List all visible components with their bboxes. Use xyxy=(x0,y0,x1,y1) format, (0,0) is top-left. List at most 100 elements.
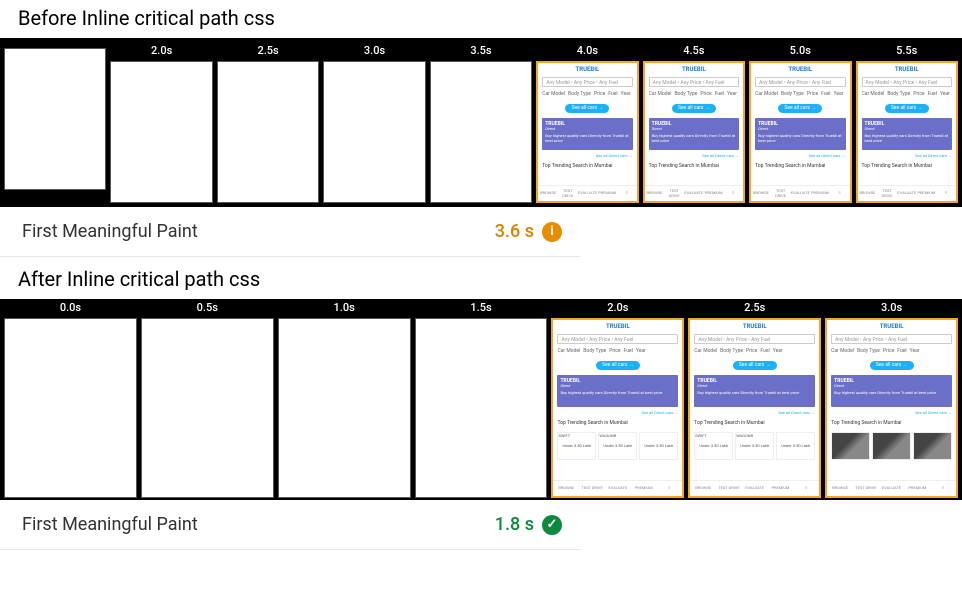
after-metric-row: First Meaningful Paint 1.8 s ✓ xyxy=(0,500,580,550)
blank-thumb xyxy=(4,318,137,498)
blank-thumb xyxy=(217,61,319,203)
trending-card: SWIFTUnder 3.50 Lakh xyxy=(694,432,733,460)
bottom-nav: BROWSETEST DRIVEEVALUATEPREMIUM≡ xyxy=(690,480,819,494)
filter-pills: Car ModelBody TypePriceFuelYear xyxy=(862,91,952,97)
direct-banner: TRUEBILDirectBuy highest quality cars Di… xyxy=(557,375,678,407)
filmstrip-frame: 1.5s xyxy=(415,301,548,498)
trending-heading: Top Trending Search in Mumbai xyxy=(862,163,932,169)
see-direct-link: See all Direct cars → xyxy=(542,153,632,158)
truebil-logo: TRUEBIL xyxy=(858,66,956,73)
blank-thumb xyxy=(110,61,212,203)
rendered-thumb: TRUEBIL Any Model • Any Price • Any Fuel C… xyxy=(688,318,821,498)
blank-thumb xyxy=(278,318,411,498)
before-section: Before Inline critical path css 2.0s 2.5s… xyxy=(0,6,962,257)
search-placeholder: Any Model • Any Price • Any Fuel xyxy=(649,77,739,87)
metric-label: First Meaningful Paint xyxy=(22,221,495,242)
search-placeholder: Any Model • Any Price • Any Fuel xyxy=(862,77,952,87)
direct-banner: TRUEBILDirectBuy highest quality cars Di… xyxy=(542,118,632,150)
bottom-nav: BROWSETEST DRIVEEVALUATEPREMIUM≡ xyxy=(645,185,743,199)
trending-card: Under 3.50 Lakh xyxy=(639,432,678,460)
bottom-nav: BROWSETEST DRIVEEVALUATEPREMIUM≡ xyxy=(827,480,956,494)
search-placeholder: Any Model • Any Price • Any Fuel xyxy=(542,77,632,87)
trending-heading: Top Trending Search in Mumbai xyxy=(831,420,901,426)
trending-cards: SWIFTUnder 3.50 LakhWAGONRUnder 3.50 Lak… xyxy=(694,432,815,460)
trending-card xyxy=(872,432,911,460)
rendered-thumb: TRUEBIL Any Model • Any Price • Any Fuel C… xyxy=(856,61,958,203)
trending-card: WAGONRUnder 3.50 Lakh xyxy=(735,432,774,460)
filter-pills: Car ModelBody TypePriceFuelYear xyxy=(557,348,678,354)
bottom-nav: BROWSETEST DRIVEEVALUATEPREMIUM≡ xyxy=(858,185,956,199)
see-direct-link: See all Direct cars → xyxy=(755,153,845,158)
see-direct-link: See all Direct cars → xyxy=(557,410,678,415)
before-filmstrip: 2.0s 2.5s 3.0s 3.5s 4.0s TRUEBIL Any Model • A… xyxy=(0,38,962,207)
see-all-cars-button: See all cars → xyxy=(565,104,609,113)
timestamp-label: 1.0s xyxy=(334,301,355,314)
timestamp-label: 0.5s xyxy=(197,301,218,314)
truebil-logo: TRUEBIL xyxy=(751,66,849,73)
filmstrip-frame: 2.0s xyxy=(110,44,212,203)
direct-banner: TRUEBILDirectBuy highest quality cars Di… xyxy=(694,375,815,407)
filmstrip-frame: 2.5s xyxy=(217,44,319,203)
filter-pills: Car ModelBody TypePriceFuelYear xyxy=(542,91,632,97)
search-placeholder: Any Model • Any Price • Any Fuel xyxy=(557,334,678,344)
after-title: After Inline critical path css xyxy=(0,267,962,299)
see-direct-link: See all Direct cars → xyxy=(649,153,739,158)
metric-value: 3.6 s xyxy=(495,221,534,242)
trending-card: SWIFTUnder 3.50 Lakh xyxy=(557,432,596,460)
timestamp-label: 4.5s xyxy=(683,44,704,57)
bottom-nav: BROWSETEST DRIVEEVALUATEPREMIUM≡ xyxy=(751,185,849,199)
blank-thumb xyxy=(430,61,532,203)
see-direct-link: See all Direct cars → xyxy=(831,410,952,415)
filter-pills: Car ModelBody TypePriceFuelYear xyxy=(694,348,815,354)
timestamp-label: 4.0s xyxy=(577,44,598,57)
timestamp-label: 5.0s xyxy=(790,44,811,57)
timestamp-label: 5.5s xyxy=(896,44,917,57)
filmstrip-frame: 3.0s xyxy=(323,44,425,203)
truebil-logo: TRUEBIL xyxy=(645,66,743,73)
metric-value: 1.8 s xyxy=(495,514,534,535)
before-title: Before Inline critical path css xyxy=(0,6,962,38)
trending-card: Under 3.50 Lakh xyxy=(776,432,815,460)
filmstrip-frame: 5.5s TRUEBIL Any Model • Any Price • Any F… xyxy=(856,44,958,203)
see-all-cars-button: See all cars → xyxy=(885,104,929,113)
direct-banner: TRUEBILDirectBuy highest quality cars Di… xyxy=(862,118,952,150)
filter-pills: Car ModelBody TypePriceFuelYear xyxy=(831,348,952,354)
blank-thumb xyxy=(141,318,274,498)
truebil-logo: TRUEBIL xyxy=(553,323,682,330)
see-all-cars-button: See all cars → xyxy=(596,361,640,370)
filmstrip-frame: 2.5sTRUEBILAny Model • Any Price • Any F… xyxy=(688,301,821,498)
see-all-cars-button: See all cars → xyxy=(733,361,777,370)
timestamp-label: 3.0s xyxy=(881,301,902,314)
filmstrip-frame: 3.5s xyxy=(430,44,532,203)
see-all-cars-button: See all cars → xyxy=(870,361,914,370)
filmstrip-frame: 0.0s xyxy=(4,301,137,498)
rendered-thumb: TRUEBILAny Model • Any Price • Any FuelC… xyxy=(749,61,851,203)
see-direct-link: See all Direct cars → xyxy=(862,153,952,158)
rendered-thumb: TRUEBIL Any Model • Any Price • Any Fuel C… xyxy=(536,61,638,203)
direct-banner: TRUEBILDirectBuy highest quality cars Di… xyxy=(649,118,739,150)
trending-heading: Top Trending Search in Mumbai xyxy=(694,420,764,426)
truebil-logo: TRUEBIL xyxy=(690,323,819,330)
timestamp-label: 2.0s xyxy=(607,301,628,314)
trending-cards: SWIFTUnder 3.50 LakhWAGONRUnder 3.50 Lak… xyxy=(557,432,678,460)
timestamp-label: 2.5s xyxy=(257,44,278,57)
timestamp-label: 1.5s xyxy=(470,301,491,314)
trending-heading: Top Trending Search in Mumbai xyxy=(649,163,719,169)
filmstrip-frame xyxy=(4,44,106,203)
info-icon[interactable]: i xyxy=(542,222,562,242)
filmstrip-frame: 0.5s xyxy=(141,301,274,498)
search-placeholder: Any Model • Any Price • Any Fuel xyxy=(694,334,815,344)
filmstrip-frame: 4.5s TRUEBIL Any Model • Any Price • Any F… xyxy=(643,44,745,203)
timestamp-label: 0.0s xyxy=(60,301,81,314)
timestamp-label: 3.0s xyxy=(364,44,385,57)
blank-thumb xyxy=(415,318,548,498)
trending-heading: Top Trending Search in Mumbai xyxy=(755,163,825,169)
filmstrip-frame: 2.0s TRUEBIL Any Model • Any Price • Any F… xyxy=(551,301,684,498)
see-all-cars-button: See all cars → xyxy=(672,104,716,113)
trending-cards xyxy=(831,432,952,460)
trending-heading: Top Trending Search in Mumbai xyxy=(542,163,612,169)
filter-pills: Car ModelBody TypePriceFuelYear xyxy=(755,91,845,97)
rendered-thumb: TRUEBIL Any Model • Any Price • Any Fuel C… xyxy=(551,318,684,498)
before-metric-row: First Meaningful Paint 3.6 s i xyxy=(0,207,580,257)
truebil-logo: TRUEBIL xyxy=(538,66,636,73)
